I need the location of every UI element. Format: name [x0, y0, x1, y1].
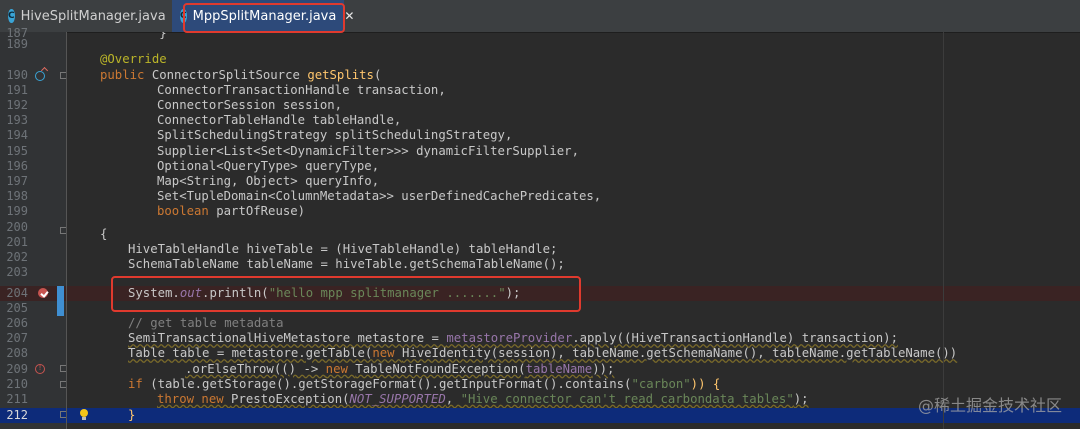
line-number: 191 — [6, 82, 28, 97]
line-number: 212 — [6, 408, 28, 423]
method-name: getSplits — [307, 67, 374, 82]
watermark: @稀土掘金技术社区 — [917, 396, 1062, 415]
code-line: SemiTransactionalHiveMetastore metastore… — [128, 331, 1080, 346]
code-text: (table.getStorage().getStorageFormat().g… — [150, 376, 632, 391]
code-line: Table table = metastore.getTable(new Hiv… — [128, 346, 1080, 361]
code-text: .apply((HiveTransactionHandle) transacti… — [572, 331, 898, 346]
line-number: 202 — [6, 249, 28, 264]
code-line: public ConnectorSplitSource getSplits( — [100, 68, 1080, 83]
type: ConnectorSplitSource — [151, 67, 308, 82]
tab-label: HiveSplitManager.java — [20, 8, 166, 24]
code-line: // get table metadata — [128, 316, 1080, 331]
code-editor[interactable]: } @Override public ConnectorSplitSource … — [67, 32, 1080, 429]
line-number: 200 — [6, 219, 28, 234]
keyword: throw new — [157, 392, 232, 406]
line-number: 194 — [6, 128, 28, 143]
code-text: )); — [592, 361, 615, 376]
line-number: 195 — [6, 143, 28, 158]
code-text: ); — [793, 392, 809, 406]
code-highlight-box — [111, 276, 581, 312]
code-line: SchemaTableName tableName = hiveTable.ge… — [128, 257, 565, 272]
breakpoint-icon[interactable] — [38, 288, 48, 298]
keyword: if — [128, 376, 151, 391]
code-line: SplitSchedulingStrategy splitSchedulingS… — [157, 128, 513, 143]
code-text: Table table = metastore.getTable( — [128, 346, 373, 361]
code-line: { — [100, 227, 108, 241]
code-line: if (table.getStorage().getStorageFormat(… — [128, 377, 1080, 392]
close-icon[interactable]: ✕ — [344, 9, 354, 23]
code-line: .orElseThrow(() -> new TableNotFoundExce… — [185, 362, 1080, 377]
lightbulb-icon[interactable] — [79, 409, 89, 421]
code-text: TableNotFoundException( — [355, 361, 526, 376]
variable: tableName — [525, 361, 593, 376]
code-line: ConnectorTableHandle tableHandle, — [157, 113, 402, 128]
code-line: Optional<QueryType> queryType, — [157, 158, 380, 173]
line-number-gutter[interactable]: 187 189 190 191 192 193 194 195 196 197 … — [0, 26, 67, 429]
line-number: 203 — [6, 265, 28, 280]
line-number: 189 — [6, 37, 28, 51]
line-number: 209 — [6, 361, 28, 376]
keyword: new — [325, 361, 356, 376]
code-line: @Override — [100, 52, 1080, 67]
line-number: 206 — [6, 316, 28, 330]
tab-highlight-box — [183, 3, 345, 33]
string-literal: "carbon" — [631, 376, 691, 391]
annotation: @Override — [100, 52, 167, 67]
line-number: 190 — [6, 67, 28, 82]
comment: // get table metadata — [128, 316, 284, 330]
code-text: SemiTransactionalHiveMetastore metastore… — [128, 331, 447, 346]
code-text: PrestoException( — [231, 392, 350, 406]
field: metastoreProvider — [446, 331, 573, 346]
code-line: ConnectorTransactionHandle transaction, — [157, 82, 446, 97]
code-line: Map<String, Object> queryInfo, — [157, 173, 380, 188]
line-number: 204 — [6, 285, 28, 300]
right-margin-guide — [943, 32, 944, 429]
code-line: } — [100, 32, 167, 40]
code-text: partOfReuse) — [216, 204, 306, 219]
string-literal: "Hive connector can't read carbondata ta… — [460, 392, 794, 406]
line-number: 205 — [6, 300, 28, 315]
line-number: 201 — [6, 234, 28, 249]
line-number: 199 — [6, 204, 28, 219]
code-line: ConnectorSession session, — [157, 97, 343, 112]
keyword: boolean — [157, 204, 217, 219]
code-line: Set<TupleDomain<ColumnMetadata>> userDef… — [157, 189, 602, 204]
line-number: 208 — [6, 346, 28, 361]
line-number: 211 — [6, 392, 28, 406]
code-text: .orElseThrow(() -> — [185, 361, 326, 376]
exception-breakpoint-icon[interactable]: ! — [35, 364, 45, 374]
keyword: new — [372, 346, 402, 361]
line-number: 207 — [6, 331, 28, 346]
code-text: HiveIdentity(session), tableName.getSche… — [401, 346, 958, 361]
line-number: 196 — [6, 158, 28, 173]
code-line: Supplier<List<Set<DynamicFilter>>> dynam… — [157, 143, 579, 158]
code-line: boolean partOfReuse) — [157, 204, 1080, 219]
code-text: ( — [373, 67, 382, 82]
change-marker — [57, 285, 64, 316]
line-number: 198 — [6, 189, 28, 204]
code-text: } — [128, 408, 136, 423]
line-number: 210 — [6, 376, 28, 391]
line-number: 197 — [6, 173, 28, 188]
java-class-icon: C — [8, 9, 15, 23]
code-text: )) { — [690, 376, 721, 391]
code-line: HiveTableHandle hiveTable = (HiveTableHa… — [128, 242, 558, 257]
line-number: 192 — [6, 97, 28, 112]
constant: NOT_SUPPORTED — [349, 392, 446, 406]
override-method-icon[interactable] — [35, 70, 45, 81]
code-text: , — [445, 392, 461, 406]
line-number: 193 — [6, 113, 28, 128]
editor-tab-bar: C HiveSplitManager.java C MppSplitManage… — [0, 0, 1080, 33]
keyword: public — [100, 67, 152, 82]
